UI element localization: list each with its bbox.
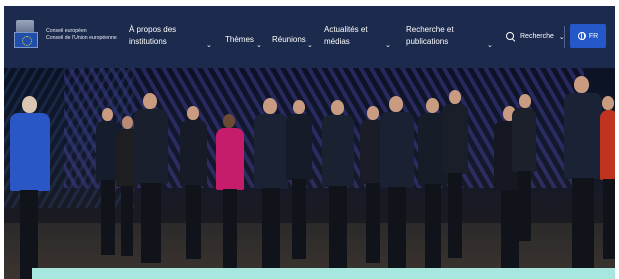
chevron-down-icon[interactable]: ⌄ (487, 41, 493, 49)
nav-item-apropos-line2: institutions (129, 37, 167, 46)
logo-text: Conseil européen Conseil de l'Union euro… (46, 28, 117, 42)
search-icon (506, 32, 515, 41)
nav-item-apropos[interactable]: À propos des institutions (129, 24, 176, 48)
site-header: Conseil européen Conseil de l'Union euro… (4, 6, 615, 68)
nav-item-actualites[interactable]: Actualités et médias (324, 24, 368, 48)
council-emblem-icon (14, 20, 40, 50)
chevron-down-icon[interactable]: ⌄ (385, 41, 391, 49)
nav-item-recherche[interactable]: Recherche et publications (406, 24, 454, 48)
nav-item-recherche-line2: publications (406, 37, 449, 46)
content-accent-bar (32, 268, 615, 279)
page: Conseil européen Conseil de l'Union euro… (4, 6, 615, 279)
search-label: Recherche (520, 33, 554, 40)
hero-group-photo (4, 68, 615, 279)
nav-item-reunions[interactable]: Réunions (272, 34, 306, 46)
header-divider (564, 26, 565, 48)
nav-item-apropos-line1: À propos des (129, 25, 177, 34)
logo-line-2: Conseil de l'Union européenne (46, 35, 117, 41)
globe-icon (577, 32, 586, 40)
nav-item-actualites-line2: médias (324, 37, 350, 46)
nav-item-recherche-line1: Recherche et (406, 25, 454, 34)
chevron-down-icon[interactable]: ⌄ (307, 41, 313, 49)
nav-item-themes-label: Thèmes (225, 35, 254, 44)
nav-item-themes[interactable]: Thèmes (225, 34, 254, 46)
logo-line-1: Conseil européen (46, 28, 87, 34)
nav-item-reunions-label: Réunions (272, 35, 306, 44)
council-logo[interactable]: Conseil européen Conseil de l'Union euro… (14, 20, 117, 50)
nav-item-actualites-line1: Actualités et (324, 25, 368, 34)
language-label: FR (588, 32, 599, 40)
chevron-down-icon[interactable]: ⌄ (206, 41, 212, 49)
search-button[interactable]: Recherche ⌄ (506, 32, 565, 41)
chevron-down-icon[interactable]: ⌄ (256, 41, 262, 49)
language-selector[interactable]: FR (570, 24, 606, 48)
